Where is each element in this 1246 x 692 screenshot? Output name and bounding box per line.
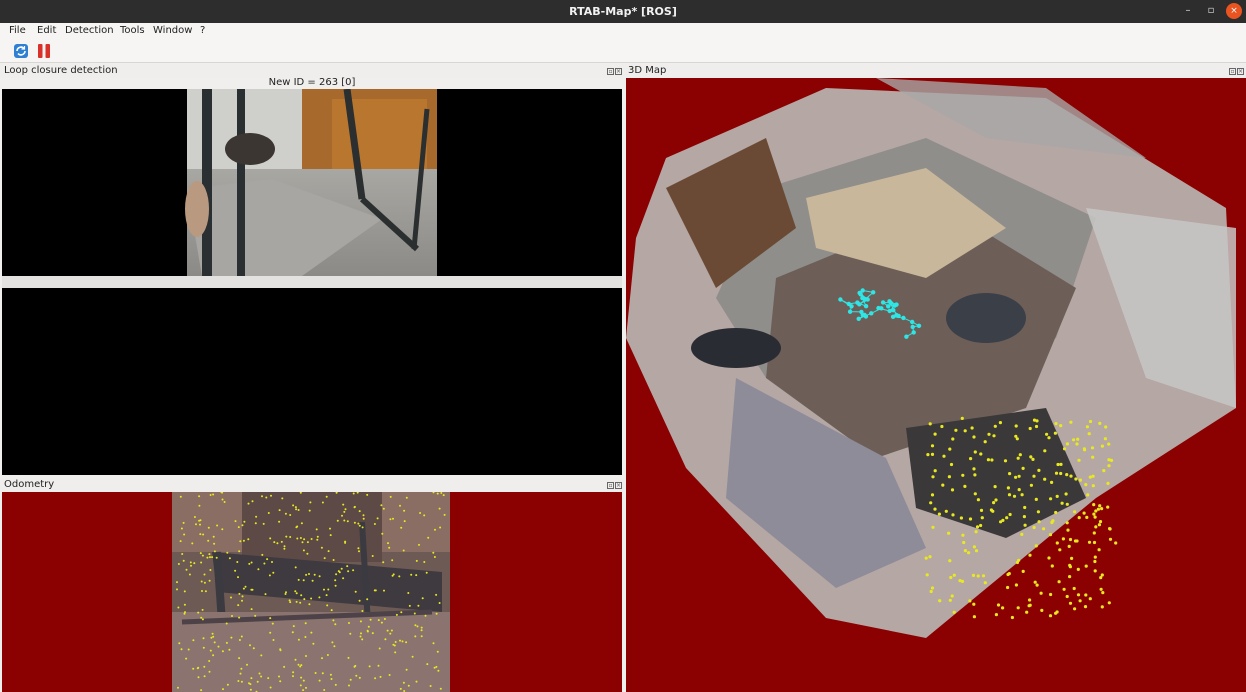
menu-edit[interactable]: Edit [37,25,56,36]
close-button[interactable]: × [1226,3,1242,19]
map3d-dock-header: 3D Map ▫ × [624,64,1246,78]
menu-tools[interactable]: Tools [120,25,145,36]
loop-closure-status: New ID = 263 [0] [268,77,356,88]
toolbar [0,39,1246,63]
menu-help[interactable]: ? [200,25,205,36]
maximize-button[interactable]: ▫ [1203,3,1219,19]
pause-icon[interactable] [35,42,53,60]
odometry-image-panel [2,492,622,692]
splitter[interactable] [2,276,622,288]
loop-closure-dock-header: Loop closure detection ▫ × [0,64,624,78]
loop-closure-image-panel [2,89,622,276]
minimize-button[interactable]: – [1180,3,1196,19]
odometry-title: Odometry [4,479,55,490]
feature-points [924,416,1118,620]
odometry-feature-points [176,492,446,692]
loop-closure-title: Loop closure detection [4,65,118,76]
menu-window[interactable]: Window [153,25,192,36]
float-icon[interactable]: ▫ [607,68,614,75]
refresh-icon[interactable] [12,42,30,60]
menu-file[interactable]: File [9,25,26,36]
dock-close-icon[interactable]: × [615,68,622,75]
dock-close-icon[interactable]: × [1237,68,1244,75]
loop-closure-camera-image [185,89,437,276]
odometry-dock-header: Odometry ▫ × [0,478,624,492]
title-bar: RTAB-Map* [ROS] – ▫ × [0,0,1246,23]
float-icon[interactable]: ▫ [607,482,614,489]
map3d-title: 3D Map [628,65,667,76]
loop-closure-match-panel [2,288,622,475]
dock-close-icon[interactable]: × [615,482,622,489]
map3d-view[interactable] [626,78,1246,692]
menu-detection[interactable]: Detection [65,25,114,36]
float-icon[interactable]: ▫ [1229,68,1236,75]
window-title: RTAB-Map* [ROS] [569,5,677,18]
menu-bar: File Edit Detection Tools Window ? [0,23,1246,39]
